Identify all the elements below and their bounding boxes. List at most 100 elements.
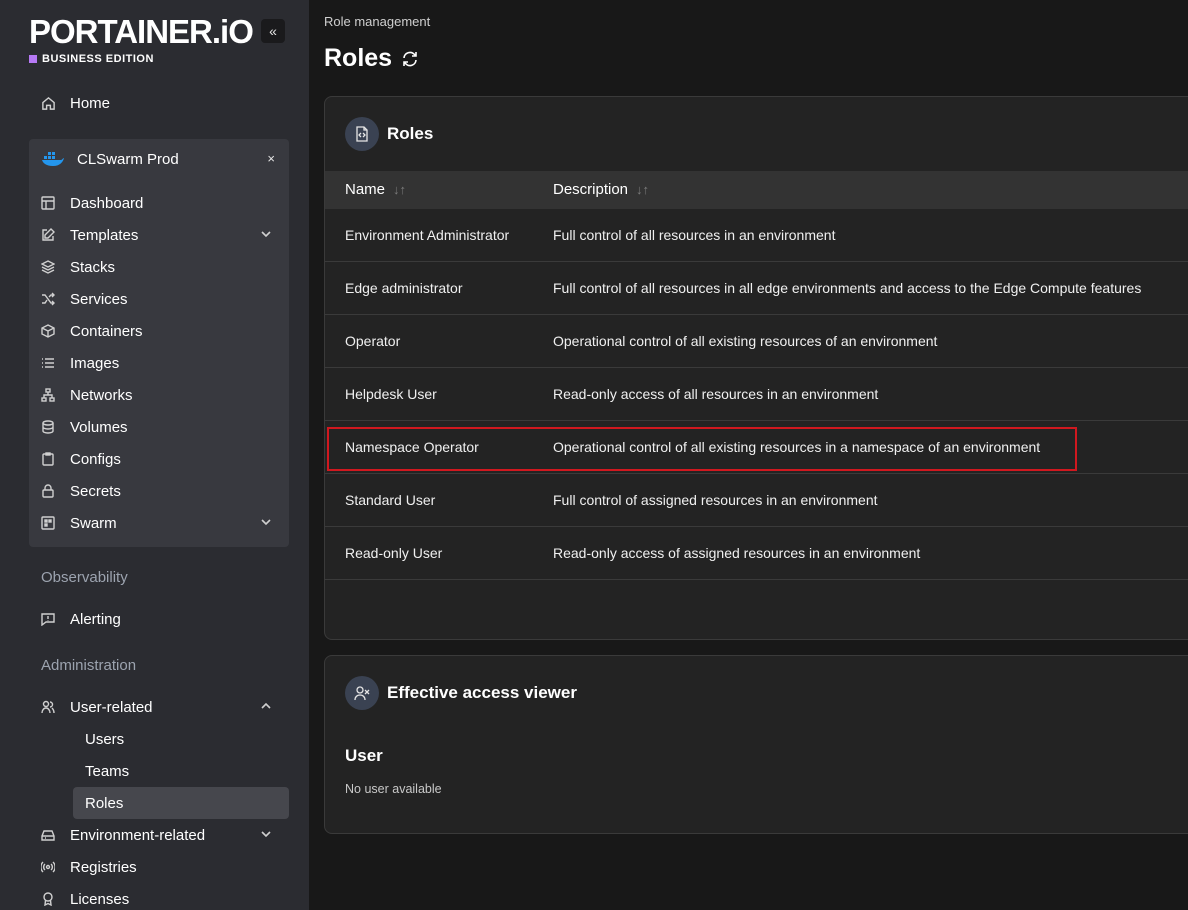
role-name: Namespace Operator — [345, 439, 479, 455]
sort-icon: ↓↑ — [636, 182, 650, 197]
sidebar-item-volumes[interactable]: Volumes — [29, 413, 289, 441]
role-name: Helpdesk User — [345, 386, 437, 402]
role-description: Read-only access of assigned resources i… — [553, 545, 921, 561]
clipboard-icon — [40, 451, 56, 467]
sidebar-item-alerting[interactable]: Alerting — [29, 605, 289, 633]
access-card-header: Effective access viewer — [345, 676, 577, 710]
sidebar-item-label: Images — [70, 354, 120, 372]
sidebar-item-label: Services — [70, 290, 128, 308]
sidebar-item-containers[interactable]: Containers — [29, 317, 289, 345]
table-row[interactable]: Namespace Operator Operational control o… — [325, 421, 1188, 474]
sidebar-item-registries[interactable]: Registries — [29, 853, 289, 881]
radio-icon — [40, 859, 56, 875]
roles-card-title: Roles — [387, 124, 434, 143]
chevron-down-icon[interactable] — [259, 515, 273, 529]
sidebar-item-label: Containers — [70, 322, 143, 340]
section-label-observability: Observability — [41, 569, 128, 586]
database-icon — [40, 419, 56, 435]
shuffle-icon — [40, 291, 56, 307]
network-icon — [40, 387, 56, 403]
sidebar-item-label: Licenses — [70, 890, 130, 908]
chevron-down-icon[interactable] — [259, 227, 273, 241]
environment-header[interactable]: CLSwarm Prod × — [29, 145, 289, 173]
sidebar-item-label: Stacks — [70, 258, 116, 276]
sidebar-item-dashboard[interactable]: Dashboard — [29, 189, 289, 217]
sidebar-item-licenses[interactable]: Licenses — [29, 885, 289, 910]
role-description: Operational control of all existing reso… — [553, 439, 1041, 455]
table-row[interactable]: Environment Administrator Full control o… — [325, 209, 1188, 262]
table-row[interactable]: Operator Operational control of all exis… — [325, 315, 1188, 368]
sidebar-item-stacks[interactable]: Stacks — [29, 253, 289, 281]
breadcrumb: Role management — [324, 14, 431, 29]
table-row[interactable]: Edge administrator Full control of all r… — [325, 262, 1188, 315]
sidebar-subitem-users[interactable]: Users — [73, 723, 289, 755]
role-description: Full control of all resources in all edg… — [553, 280, 1142, 296]
lock-icon — [40, 483, 56, 499]
user-section-label: User — [345, 746, 383, 765]
role-description: Full control of all resources in an envi… — [553, 227, 836, 243]
roles-table-header: Name ↓↑ Description ↓↑ — [325, 171, 1188, 209]
column-header-description[interactable]: Description ↓↑ — [553, 181, 649, 198]
refresh-icon[interactable] — [401, 50, 419, 68]
chevron-down-icon[interactable] — [259, 827, 273, 841]
role-name: Standard User — [345, 492, 436, 508]
table-row[interactable]: Standard User Full control of assigned r… — [325, 474, 1188, 527]
effective-access-card: Effective access viewer User No user ava… — [324, 655, 1188, 834]
sidebar-item-services[interactable]: Services — [29, 285, 289, 313]
layers-icon — [40, 259, 56, 275]
sidebar-item-templates[interactable]: Templates — [29, 221, 289, 249]
sort-icon: ↓↑ — [393, 182, 407, 197]
role-name: Edge administrator — [345, 280, 463, 296]
sidebar-item-label: Configs — [70, 450, 121, 468]
table-row[interactable]: Helpdesk User Read-only access of all re… — [325, 368, 1188, 421]
sidebar-item-label: Templates — [70, 226, 139, 244]
sidebar-subitem-teams[interactable]: Teams — [73, 755, 289, 787]
users-icon — [40, 699, 56, 715]
edition-badge: BUSINESS EDITION — [29, 53, 154, 65]
collapse-sidebar-button[interactable]: « — [261, 19, 285, 43]
hard-drive-icon — [40, 827, 56, 843]
empty-state-text: No user available — [345, 782, 442, 796]
edit-icon — [40, 227, 56, 243]
sidebar-item-label: Secrets — [70, 482, 121, 500]
sidebar-item-label: User-related — [70, 698, 153, 716]
sidebar-item-home[interactable]: Home — [29, 89, 289, 117]
home-icon — [40, 95, 56, 111]
section-label-administration: Administration — [41, 657, 137, 674]
docker-icon — [41, 151, 65, 167]
sidebar-item-configs[interactable]: Configs — [29, 445, 289, 473]
sidebar-item-label: Environment-related — [70, 826, 206, 844]
page-title-text: Roles — [324, 44, 393, 72]
edition-square-icon — [29, 55, 37, 63]
chevron-up-icon[interactable] — [259, 699, 273, 713]
table-row[interactable]: Read-only User Read-only access of assig… — [325, 527, 1188, 580]
column-header-label: Description — [553, 181, 629, 198]
box-icon — [40, 323, 56, 339]
sidebar-item-label: Networks — [70, 386, 133, 404]
sidebar-item-label: Volumes — [70, 418, 128, 436]
close-icon[interactable]: × — [267, 151, 275, 166]
sidebar-item-networks[interactable]: Networks — [29, 381, 289, 409]
sidebar-item-user-related[interactable]: User-related — [29, 693, 289, 721]
role-name: Read-only User — [345, 545, 443, 561]
sidebar-item-secrets[interactable]: Secrets — [29, 477, 289, 505]
sidebar-item-swarm[interactable]: Swarm — [29, 509, 289, 537]
list-icon — [40, 355, 56, 371]
portainer-logo[interactable]: PORTAINER.iO — [29, 14, 254, 50]
file-code-icon — [345, 117, 379, 151]
column-header-label: Name — [345, 181, 386, 198]
role-description: Operational control of all existing reso… — [553, 333, 938, 349]
environment-name: CLSwarm Prod — [77, 150, 179, 168]
sidebar-item-images[interactable]: Images — [29, 349, 289, 377]
sidebar: PORTAINER.iO BUSINESS EDITION « Home CLS… — [0, 0, 309, 910]
dashboard-icon — [40, 195, 56, 211]
sidebar-subitem-roles[interactable]: Roles — [73, 787, 289, 819]
role-name: Operator — [345, 333, 401, 349]
sidebar-item-environment-related[interactable]: Environment-related — [29, 821, 289, 849]
sidebar-item-label: Home — [70, 94, 111, 112]
column-header-name[interactable]: Name ↓↑ — [345, 181, 406, 198]
sidebar-item-label: Swarm — [70, 514, 117, 532]
page-title: Roles — [324, 44, 419, 73]
double-chevron-left-icon: « — [269, 23, 277, 39]
roles-card: Roles Name ↓↑ Description ↓↑ Environment… — [324, 96, 1188, 640]
